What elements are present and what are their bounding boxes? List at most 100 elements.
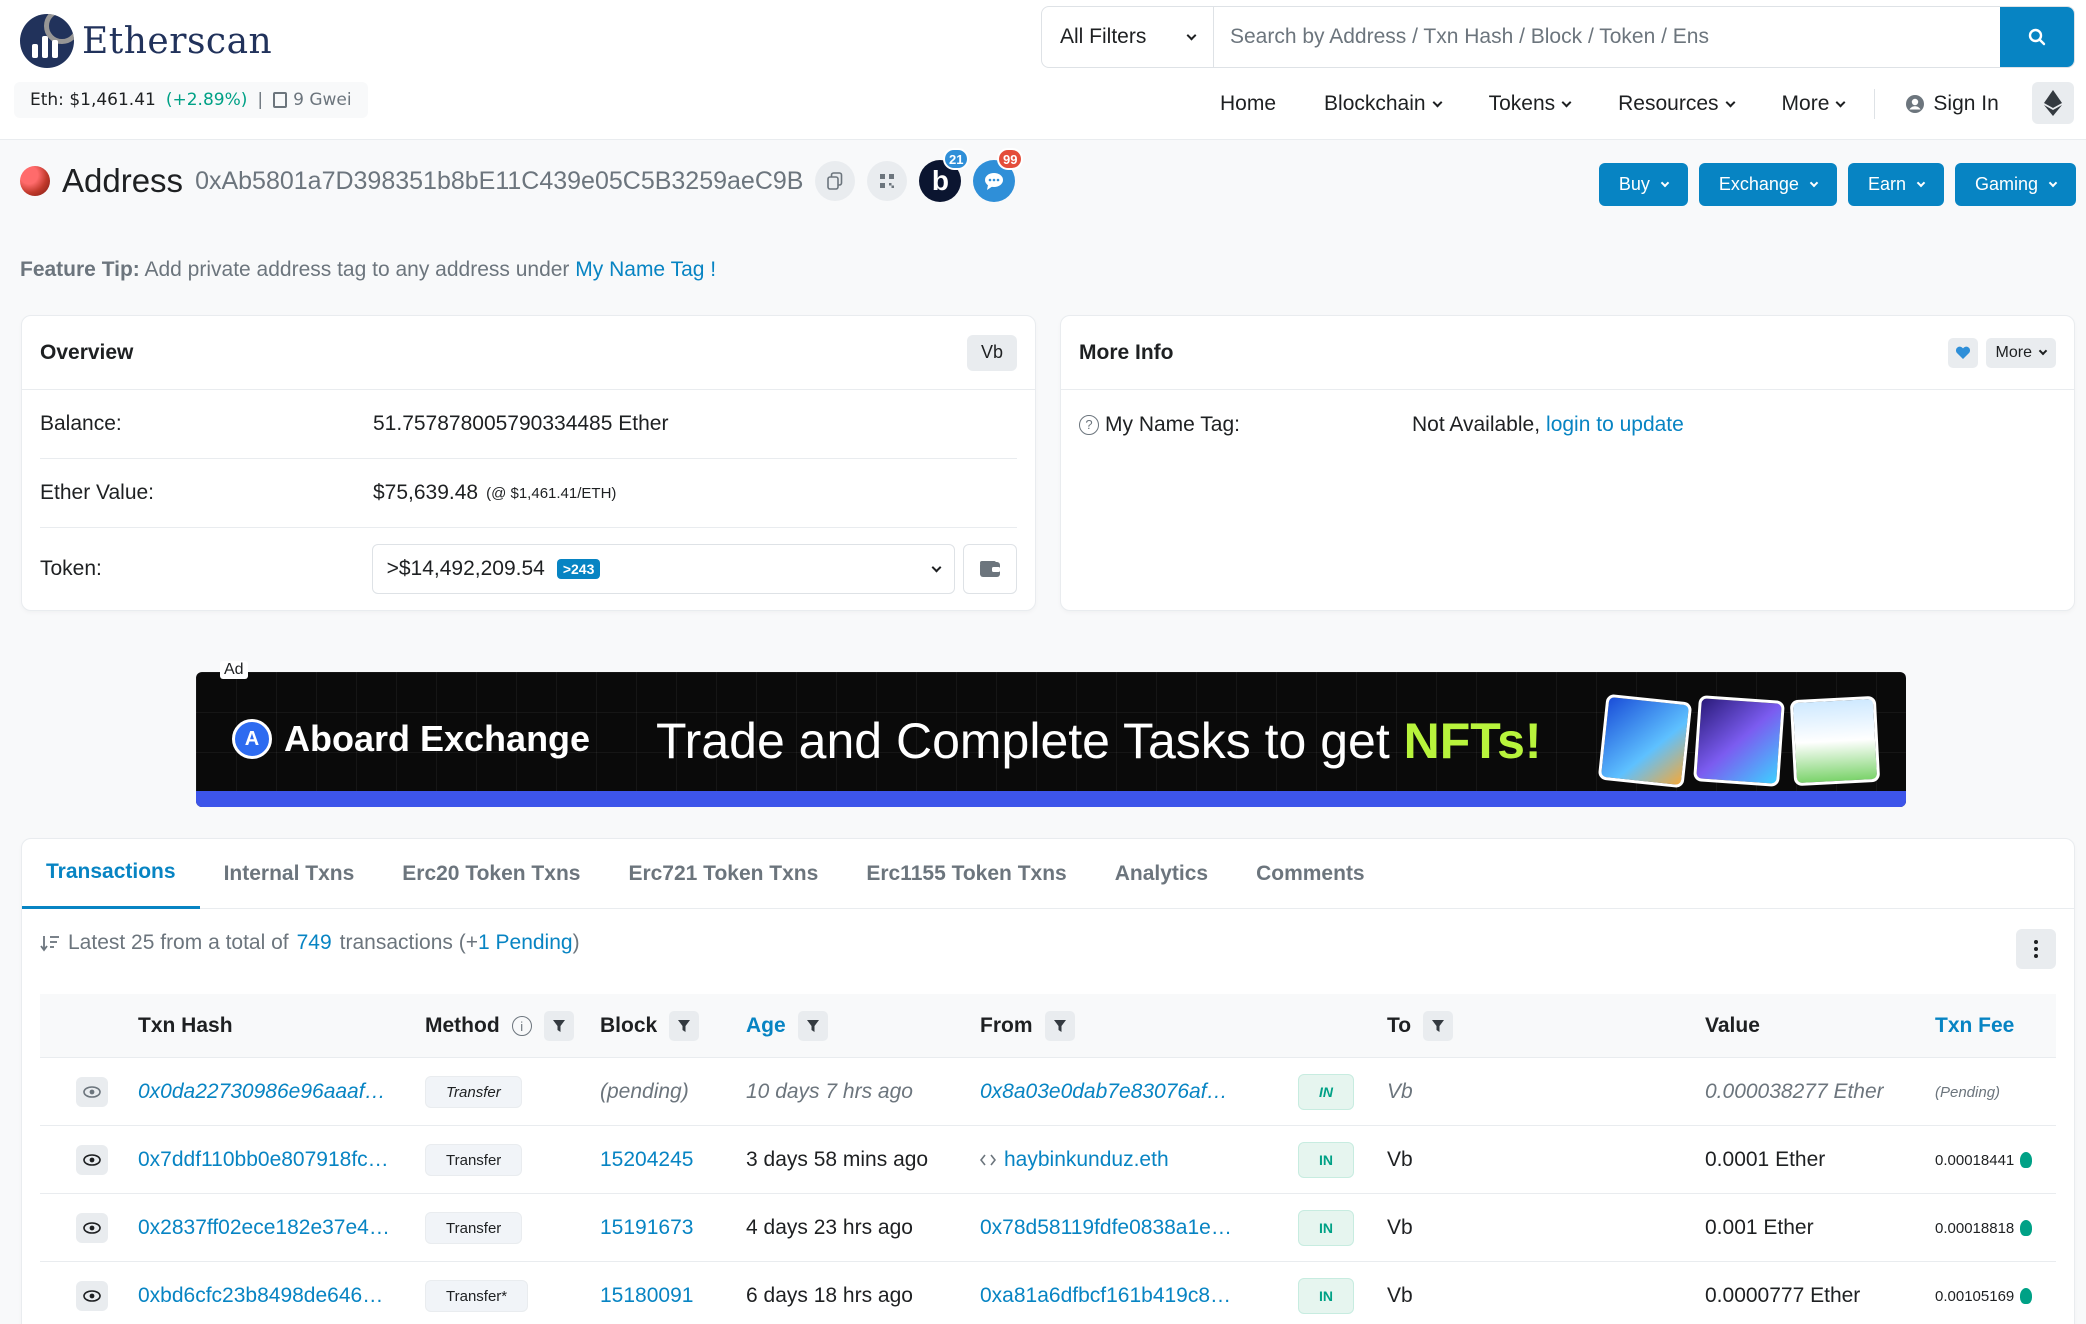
ad-brand-logo: A Aboard Exchange	[232, 718, 590, 760]
block-link[interactable]: 15204245	[600, 1126, 693, 1194]
overview-title: Overview	[40, 340, 134, 364]
blockscan-chat-badge[interactable]: b 21	[919, 148, 970, 202]
from-address-link[interactable]: 0xa81a6dfbcf161b419c8…	[980, 1262, 1240, 1324]
from-ens-name: haybinkunduz.eth	[1004, 1148, 1169, 1171]
earn-label: Earn	[1867, 174, 1906, 194]
nav-blockchain[interactable]: Blockchain	[1300, 84, 1465, 124]
watchlist-heart-button[interactable]	[1947, 337, 1978, 368]
lightbulb-icon[interactable]	[2020, 1220, 2033, 1236]
value-cell: 0.0001 Ether	[1705, 1148, 1826, 1171]
gaming-label: Gaming	[1974, 174, 2038, 194]
tab-comments[interactable]: Comments	[1232, 839, 1389, 909]
more-info-title: More Info	[1079, 340, 1174, 364]
address-tag-badge[interactable]: Vb	[966, 334, 1017, 371]
ether-value-row: Ether Value: $75,639.48 (@ $1,461.41/ETH…	[40, 459, 1017, 528]
column-txn-fee-label: Txn Fee	[1935, 1014, 2015, 1037]
txn-hash-link[interactable]: 0xbd6cfc23b8498de646…	[138, 1262, 398, 1324]
sign-in-link[interactable]: Sign In	[1881, 84, 2022, 124]
ethereum-icon	[2044, 90, 2062, 116]
main-nav: Home Blockchain Tokens Resources More Si…	[1196, 84, 2023, 124]
qr-code-button[interactable]	[867, 161, 908, 201]
preview-button[interactable]	[76, 1145, 108, 1175]
from-address-link[interactable]: 0x78d58119fdfe0838a1e…	[980, 1194, 1240, 1262]
chevron-down-icon	[1561, 97, 1572, 107]
advertisement-banner[interactable]: A Aboard Exchange Trade and Complete Tas…	[196, 672, 1906, 807]
nav-home[interactable]: Home	[1196, 84, 1300, 124]
gas-tracker[interactable]: 9 Gwei	[273, 90, 352, 110]
eth-price[interactable]: Eth: $1,461.41	[30, 90, 156, 110]
tab-erc1155-token-txns[interactable]: Erc1155 Token Txns	[842, 839, 1090, 909]
login-to-update-link[interactable]: login to update	[1546, 413, 1684, 437]
network-switcher-button[interactable]	[2032, 82, 2074, 124]
token-holdings-button[interactable]	[963, 544, 1017, 594]
earn-button[interactable]: Earn	[1847, 163, 1944, 206]
etherscan-logo[interactable]: Etherscan	[20, 14, 272, 68]
preview-button[interactable]	[76, 1213, 108, 1243]
total-transactions-link[interactable]: 749	[297, 931, 332, 955]
chevron-down-icon	[1835, 97, 1846, 107]
from-address-link[interactable]: 0x8a03e0dab7e83076af…	[980, 1058, 1240, 1126]
help-icon: ?	[1079, 414, 1099, 435]
token-row: Token: >$14,492,209.54 >243	[40, 528, 1017, 610]
token-holdings-dropdown[interactable]: >$14,492,209.54 >243	[371, 544, 956, 594]
tab-internal-txns[interactable]: Internal Txns	[200, 839, 379, 909]
eye-icon	[83, 1086, 101, 1098]
block-filter-button[interactable]	[669, 1011, 700, 1041]
direction-in-badge: IN	[1298, 1210, 1354, 1246]
lightbulb-icon[interactable]	[2020, 1288, 2033, 1304]
my-name-tag-link[interactable]: My Name Tag !	[575, 258, 716, 281]
table-options-button[interactable]	[2016, 929, 2056, 969]
from-address-link[interactable]: haybinkunduz.eth	[980, 1126, 1240, 1194]
direction-cell: IN	[1298, 1126, 1354, 1194]
to-filter-button[interactable]	[1423, 1011, 1454, 1041]
nav-more[interactable]: More	[1758, 84, 1869, 124]
preview-button[interactable]	[76, 1281, 108, 1311]
copy-address-button[interactable]	[815, 161, 856, 201]
table-row: 0x2837ff02ece182e37e4… Transfer 15191673…	[40, 1194, 2056, 1262]
to-cell: Vb	[1387, 1216, 1413, 1239]
tab-transactions[interactable]: Transactions	[22, 839, 200, 909]
column-txn-fee[interactable]: Txn Fee	[1935, 994, 2014, 1058]
site-header: Etherscan Eth: $1,461.41 (+2.89%) | 9 Gw…	[0, 0, 2086, 140]
table-row: 0x7ddf110bb0e807918fc… Transfer 15204245…	[40, 1126, 2056, 1194]
ad-tagline-text: Trade and Complete Tasks to get	[656, 713, 1404, 769]
to-cell: Vb	[1387, 1148, 1413, 1171]
lightbulb-icon[interactable]	[2020, 1152, 2033, 1168]
age-cell: 3 days 58 mins ago	[746, 1148, 929, 1171]
gaming-button[interactable]: Gaming	[1954, 163, 2076, 206]
pending-transactions-link[interactable]: 1 Pending	[478, 931, 573, 954]
tab-erc20-token-txns[interactable]: Erc20 Token Txns	[378, 839, 604, 909]
preview-button[interactable]	[76, 1077, 108, 1107]
age-cell: 4 days 23 hrs ago	[746, 1216, 913, 1239]
search-input[interactable]	[1214, 7, 2000, 67]
tab-analytics[interactable]: Analytics	[1091, 839, 1232, 909]
exchange-button[interactable]: Exchange	[1698, 163, 1837, 206]
column-age[interactable]: Age	[746, 994, 828, 1058]
nav-divider	[1874, 89, 1876, 119]
info-icon[interactable]: i	[511, 1016, 532, 1036]
more-options-dropdown[interactable]: More	[1985, 337, 2056, 368]
txn-hash-link[interactable]: 0x0da22730986e96aaaf…	[138, 1058, 398, 1126]
etherscan-logo-icon	[20, 14, 74, 68]
page-title: Address	[62, 162, 184, 199]
nav-tokens[interactable]: Tokens	[1465, 84, 1595, 124]
chevron-down-icon	[1916, 178, 1926, 187]
buy-label: Buy	[1618, 174, 1650, 194]
method-filter-button[interactable]	[543, 1011, 574, 1041]
tab-erc721-token-txns[interactable]: Erc721 Token Txns	[604, 839, 842, 909]
block-cell: (pending)	[600, 1080, 689, 1103]
column-block-label: Block	[600, 1014, 658, 1037]
buy-button[interactable]: Buy	[1598, 163, 1688, 206]
nav-resources[interactable]: Resources	[1594, 84, 1757, 124]
search-button[interactable]	[2000, 7, 2074, 67]
message-badge[interactable]: 99	[973, 148, 1024, 202]
block-link[interactable]: 15180091	[600, 1262, 693, 1324]
from-filter-button[interactable]	[1044, 1011, 1075, 1041]
balance-value: 51.757878005790334485 Ether	[373, 412, 669, 435]
age-filter-button[interactable]	[797, 1011, 828, 1041]
block-link[interactable]: 15191673	[600, 1194, 693, 1262]
search-filter-select[interactable]: All Filters	[1042, 7, 1214, 67]
method-cell: Transfer	[425, 1058, 522, 1126]
txn-hash-link[interactable]: 0x7ddf110bb0e807918fc…	[138, 1126, 398, 1194]
txn-hash-link[interactable]: 0x2837ff02ece182e37e4…	[138, 1194, 398, 1262]
